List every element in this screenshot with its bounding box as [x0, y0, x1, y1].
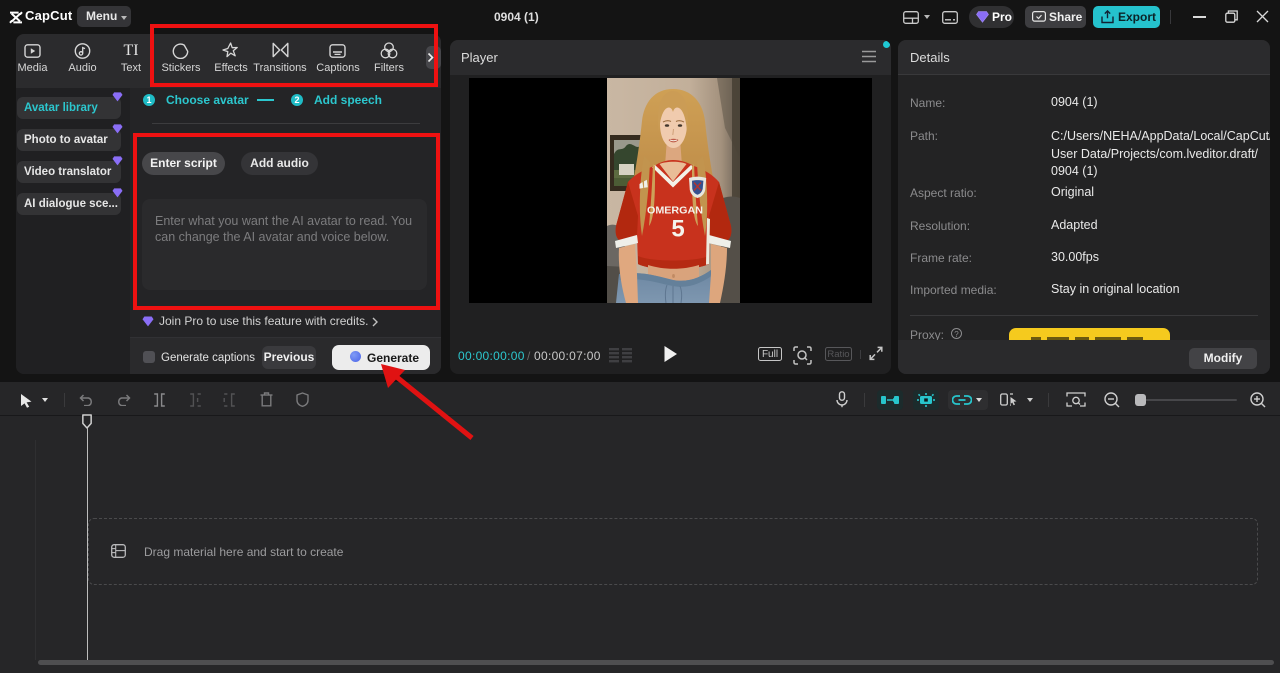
svg-text:5: 5: [671, 216, 684, 243]
